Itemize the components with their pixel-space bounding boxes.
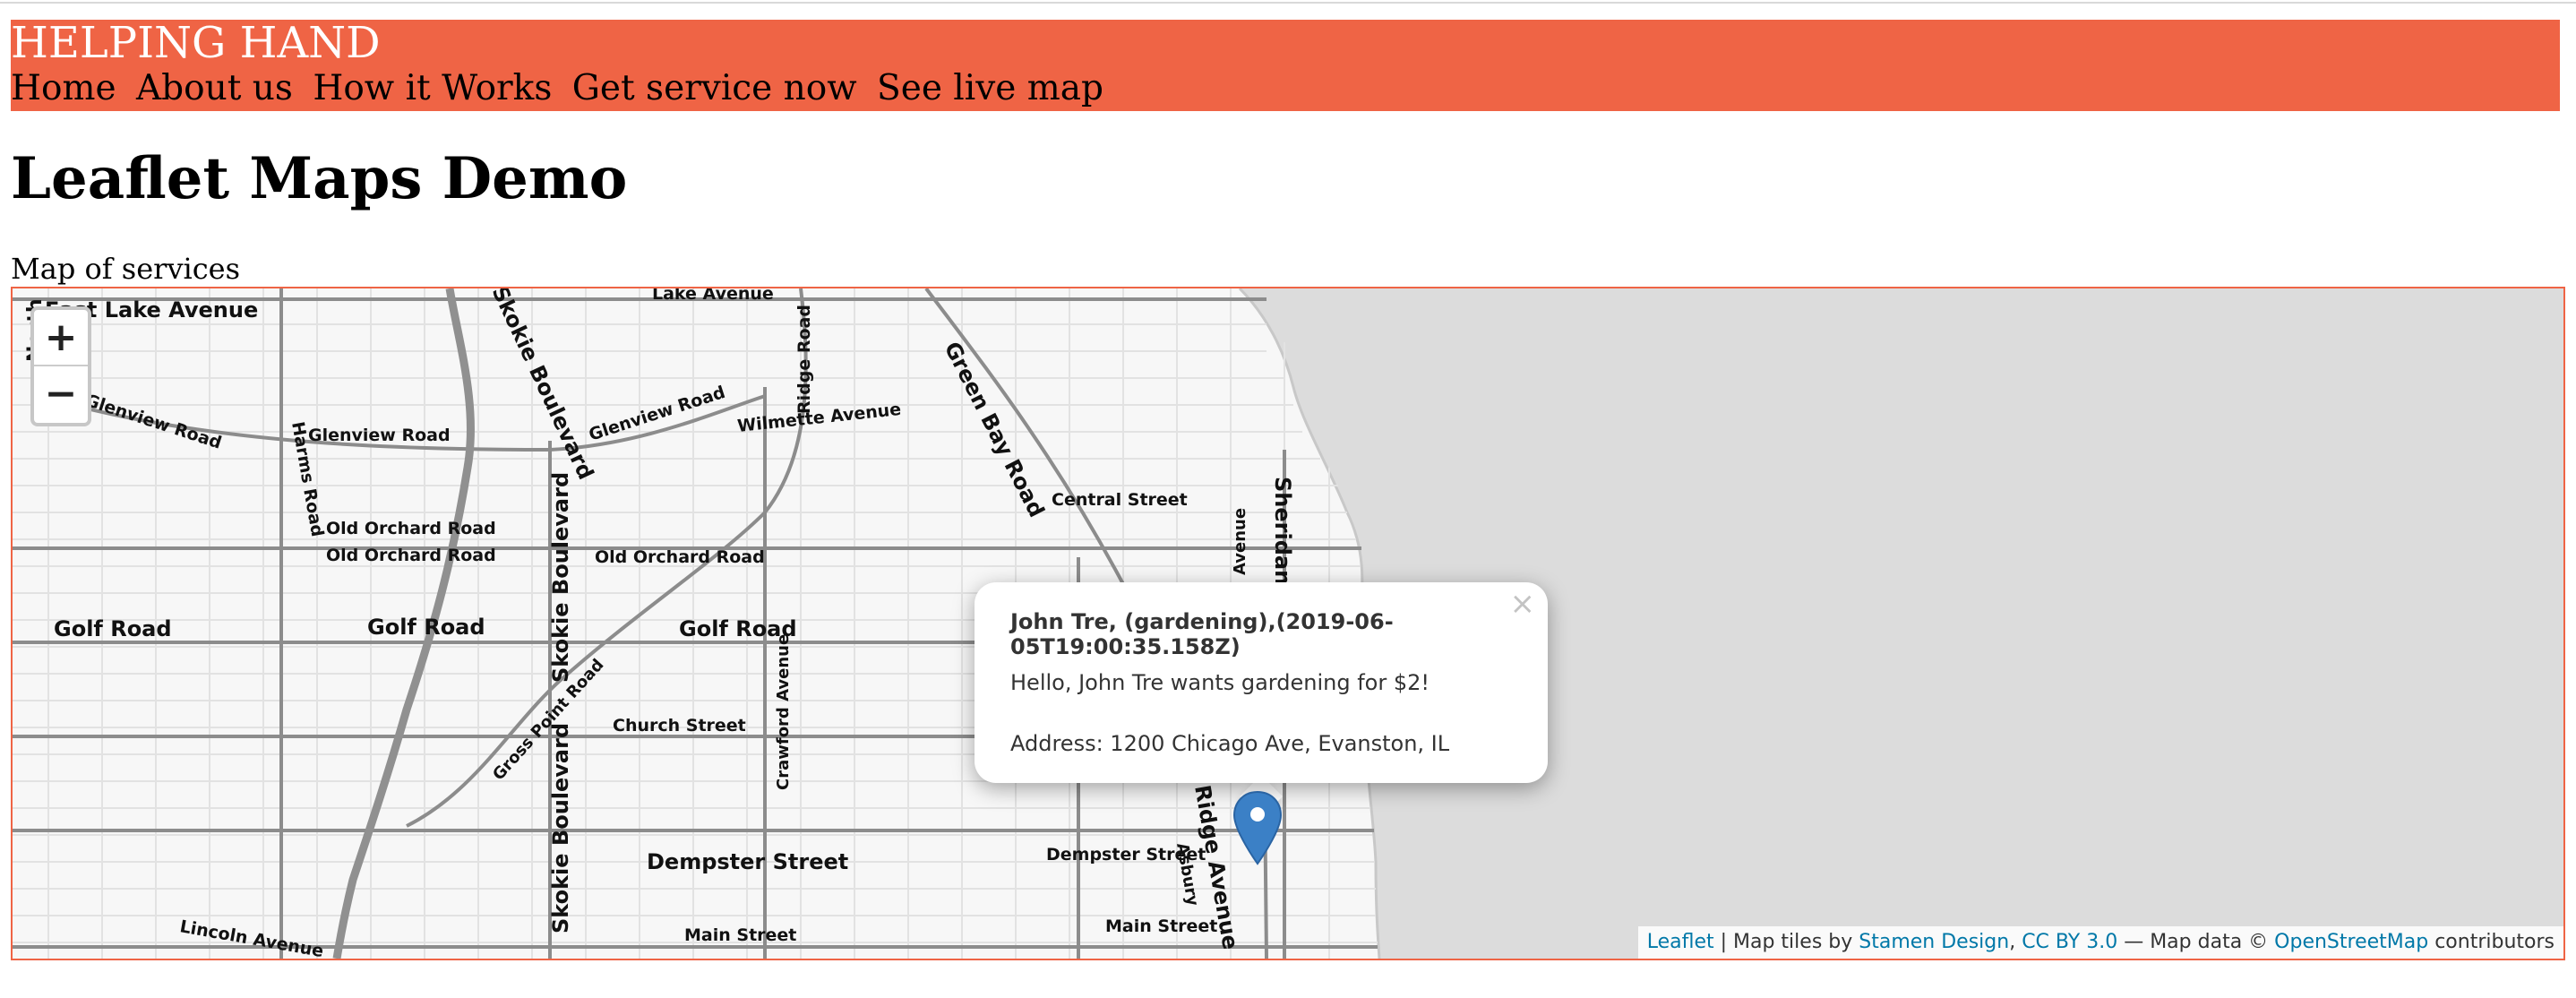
map-label: Old Orchard Road	[326, 519, 496, 538]
zoom-in-button[interactable]: +	[34, 310, 88, 366]
popup-title: John Tre, (gardening),(2019-06-05T19:00:…	[1010, 609, 1394, 659]
stamen-link[interactable]: Stamen Design	[1859, 931, 2009, 953]
site-brand[interactable]: HELPING HAND	[11, 20, 381, 66]
nav-how-it-works[interactable]: How it Works	[313, 68, 552, 108]
nav-home[interactable]: Home	[11, 68, 116, 108]
map-label: Church Street	[613, 716, 746, 736]
zoom-control: + −	[30, 306, 91, 426]
map-label: Main Street	[1105, 916, 1217, 936]
attribution-text: ,	[2009, 931, 2022, 953]
top-divider	[0, 2, 2576, 4]
map-label: Skokie Boulevard	[548, 723, 573, 933]
map-label: Avenue	[1231, 508, 1249, 575]
marker-popup: × John Tre, (gardening),(2019-06-05T19:0…	[975, 582, 1548, 783]
attribution-text: — Map data ©	[2117, 931, 2275, 953]
attribution-text: contributors	[2428, 931, 2555, 953]
page-title: Leaflet Maps Demo	[11, 145, 628, 212]
map-label: Main Street	[684, 925, 796, 945]
nav-get-service[interactable]: Get service now	[572, 68, 857, 108]
map-view[interactable]: North East Lake Avenue Lake Avenue Skoki…	[11, 287, 2565, 960]
map-pin-icon[interactable]	[1231, 790, 1284, 867]
nav-about-us[interactable]: About us	[136, 68, 293, 108]
map-label: Central Street	[1052, 490, 1188, 510]
site-header: HELPING HAND Home About us How it Works …	[11, 20, 2560, 111]
map-label: Ridge Road	[794, 305, 814, 414]
nav-live-map[interactable]: See live map	[877, 68, 1103, 108]
zoom-out-button[interactable]: −	[34, 366, 88, 421]
main-nav: Home About us How it Works Get service n…	[11, 66, 1112, 111]
map-label: Golf Road	[367, 615, 485, 640]
license-link[interactable]: CC BY 3.0	[2022, 931, 2117, 953]
popup-address: Address: 1200 Chicago Ave, Evanston, IL	[1010, 731, 1450, 756]
map-label: Glenview Road	[308, 426, 451, 445]
map-label: Dempster Street	[1046, 845, 1206, 865]
map-label: Golf Road	[54, 616, 172, 641]
map-attribution: Leaflet | Map tiles by Stamen Design, CC…	[1637, 926, 2563, 959]
map-subtitle: Map of services	[11, 252, 241, 286]
popup-message: Hello, John Tre wants gardening for $2!	[1010, 670, 1430, 695]
map-label: Dempster Street	[647, 849, 848, 874]
map-label: Old Orchard Road	[595, 547, 765, 567]
osm-link[interactable]: OpenStreetMap	[2274, 931, 2428, 953]
map-label: Lake Avenue	[652, 288, 774, 304]
leaflet-link[interactable]: Leaflet	[1647, 931, 1714, 953]
map-label: Old Orchard Road	[326, 546, 496, 565]
map-label: Skokie Boulevard	[548, 472, 573, 683]
attribution-text: | Map tiles by	[1713, 931, 1859, 953]
map-label: Crawford Avenue	[774, 634, 793, 790]
